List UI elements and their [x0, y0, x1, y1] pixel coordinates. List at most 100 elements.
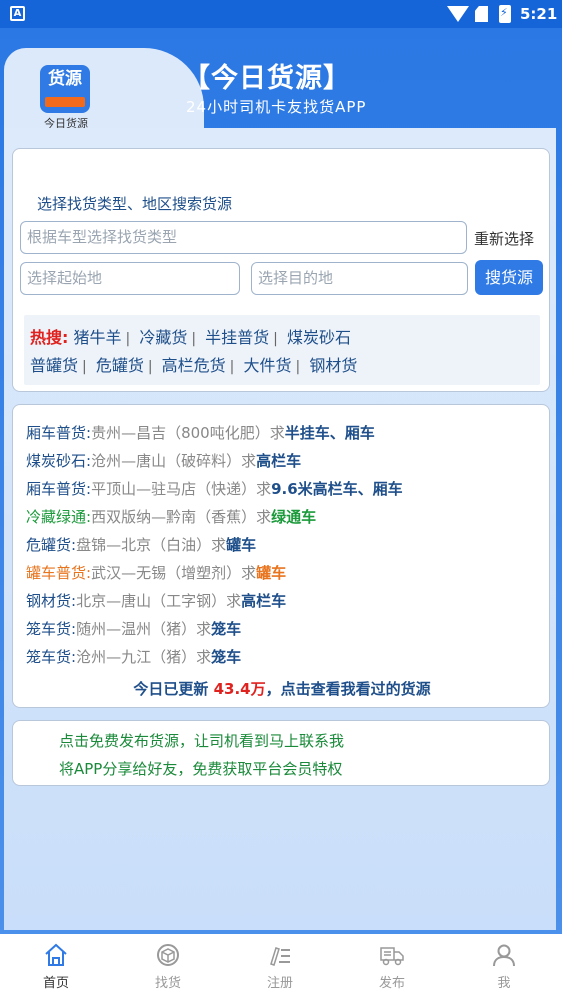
app-logo: 货源 [40, 65, 90, 113]
nav-label: 首页 [42, 976, 69, 991]
update-count: 43.4万 [213, 680, 266, 698]
cargo-category: 危罐货: [26, 536, 77, 554]
search-hint: 选择找货类型、地区搜索货源 [37, 195, 233, 213]
box-icon [157, 944, 179, 966]
divider: | [125, 331, 131, 347]
cargo-category: 厢车普货: [26, 424, 92, 442]
nav-publish[interactable]: 发布 [336, 934, 448, 1000]
hot-item-coal-sand[interactable]: 煤炭砂石 [287, 328, 351, 347]
app-title: 【今日货源】 [183, 63, 351, 94]
list-item[interactable]: 煤炭砂石:沧州—唐山（破碎料）求高栏车 [26, 450, 301, 471]
logo-text: 货源 [48, 69, 82, 89]
list-item[interactable]: 冷藏绿通:西双版纳—黔南（香蕉）求绿通车 [26, 506, 316, 527]
cargo-category: 罐车普货: [26, 564, 92, 582]
hot-item-hazard-tank[interactable]: 危罐货 [96, 356, 144, 375]
update-count-link[interactable]: 今日已更新 43.4万，点击查看我看过的货源 [13, 678, 551, 699]
cargo-category: 厢车普货: [26, 480, 92, 498]
divider: | [147, 359, 153, 375]
cargo-request: 求 [256, 508, 272, 526]
cargo-route: 平顶山—驻马店（快递） [91, 480, 257, 498]
cargo-route: 沧州—唐山（破碎料） [91, 452, 242, 470]
update-suffix: ，点击查看我看过的货源 [265, 680, 431, 698]
register-icon [270, 947, 290, 966]
nav-label: 注册 [266, 976, 293, 991]
cargo-request: 求 [196, 648, 212, 666]
divider: | [229, 359, 235, 375]
cargo-vehicle: 半挂车、厢车 [284, 424, 375, 442]
list-item[interactable]: 危罐货:盘锦—北京（白油）求罐车 [26, 534, 256, 555]
bottom-nav: 首页 找货 注册 发布 我 [0, 934, 562, 1000]
nav-find-cargo[interactable]: 找货 [112, 934, 224, 1000]
cargo-request: 求 [256, 480, 272, 498]
no-sim-icon [475, 6, 488, 22]
cargo-request: 求 [196, 620, 212, 638]
cargo-category: 笼车货: [26, 648, 77, 666]
cargo-vehicle: 笼车 [211, 620, 242, 638]
list-item[interactable]: 厢车普货:平顶山—驻马店（快递）求9.6米高栏车、厢车 [26, 478, 403, 499]
cargo-route: 北京—唐山（工字钢） [76, 592, 227, 610]
vehicle-type-select[interactable]: 根据车型选择找货类型 [20, 221, 467, 254]
divider: | [295, 359, 301, 375]
list-item[interactable]: 笼车货:随州—温州（猪）求笼车 [26, 618, 241, 639]
divider: | [82, 359, 87, 375]
cargo-route: 盘锦—北京（白油） [76, 536, 212, 554]
hot-search-row-1: 热搜: 猪牛羊 | 冷藏货 | 半挂普货 | 煤炭砂石 [30, 324, 351, 348]
destination-select[interactable]: 选择目的地 [251, 262, 468, 295]
search-cargo-button[interactable]: 搜货源 [475, 260, 543, 295]
cargo-route: 贵州—昌吉（800吨化肥） [91, 424, 270, 442]
publish-cargo-link[interactable]: 点击免费发布货源，让司机看到马上联系我 [59, 730, 344, 751]
hot-item-steel[interactable]: 钢材货 [309, 356, 357, 375]
nav-label: 找货 [154, 976, 181, 991]
cargo-vehicle: 9.6米高栏车、厢车 [271, 480, 403, 498]
battery-charging-icon [499, 5, 511, 23]
cargo-request: 求 [211, 536, 227, 554]
cargo-route: 随州—温州（猪） [76, 620, 197, 638]
origin-select[interactable]: 选择起始地 [20, 262, 240, 295]
truck-icon [380, 947, 404, 966]
cargo-request: 求 [241, 564, 257, 582]
cargo-category: 冷藏绿通: [26, 508, 92, 526]
reset-button[interactable]: 重新选择 [474, 228, 534, 249]
hot-item-tank[interactable]: 普罐货 [30, 356, 78, 375]
cargo-route: 沧州—九江（猪） [76, 648, 197, 666]
cargo-list-card: 厢车普货:贵州—昌吉（800吨化肥）求半挂车、厢车 煤炭砂石:沧州—唐山（破碎料… [12, 404, 550, 708]
cargo-route: 武汉—无锡（增塑剂） [91, 564, 242, 582]
app-subtitle: 24小时司机卡友找货APP [186, 98, 367, 116]
search-card: 选择找货类型、地区搜索货源 根据车型选择找货类型 重新选择 选择起始地 选择目的… [12, 148, 550, 392]
update-prefix: 今日已更新 [133, 680, 214, 698]
hot-search-label: 热搜: [30, 328, 69, 347]
cargo-route: 西双版纳—黔南（香蕉） [91, 508, 257, 526]
list-item[interactable]: 罐车普货:武汉—无锡（增塑剂）求罐车 [26, 562, 286, 583]
cargo-request: 求 [241, 452, 257, 470]
list-item[interactable]: 笼车货:沧州—九江（猪）求笼车 [26, 646, 241, 667]
nav-register[interactable]: 注册 [224, 934, 336, 1000]
divider: | [191, 331, 197, 347]
hot-item-highrail-hazard[interactable]: 高栏危货 [162, 356, 226, 375]
nav-me[interactable]: 我 [448, 934, 560, 1000]
nav-home[interactable]: 首页 [0, 934, 112, 1000]
cargo-vehicle: 笼车 [211, 648, 242, 666]
hot-item-livestock[interactable]: 猪牛羊 [74, 328, 122, 347]
promo-card[interactable]: 点击免费发布货源，让司机看到马上联系我 将APP分享给好友，免费获取平台会员特权 [12, 720, 550, 786]
status-time: 5:21 [520, 5, 558, 23]
cargo-vehicle: 罐车 [226, 536, 257, 554]
list-item[interactable]: 钢材货:北京—唐山（工字钢）求高栏车 [26, 590, 286, 611]
nav-label: 发布 [378, 976, 405, 991]
hot-item-oversize[interactable]: 大件货 [243, 356, 291, 375]
cargo-vehicle: 高栏车 [256, 452, 302, 470]
hot-search-row-2: 普罐货 | 危罐货 | 高栏危货 | 大件货 | 钢材货 [30, 352, 357, 376]
cargo-vehicle: 绿通车 [271, 508, 317, 526]
nav-label: 我 [497, 976, 511, 991]
hot-item-semitrailer[interactable]: 半挂普货 [205, 328, 269, 347]
hot-item-refrigerated[interactable]: 冷藏货 [139, 328, 187, 347]
wifi-icon [447, 6, 469, 22]
cargo-category: 煤炭砂石: [26, 452, 92, 470]
cargo-category: 钢材货: [26, 592, 77, 610]
list-item[interactable]: 厢车普货:贵州—昌吉（800吨化肥）求半挂车、厢车 [26, 422, 375, 443]
hot-search-box: 热搜: 猪牛羊 | 冷藏货 | 半挂普货 | 煤炭砂石 普罐货 | 危罐货 | 高栏危货 |… [24, 315, 540, 385]
app-notification-icon: A [10, 6, 25, 21]
cargo-vehicle: 罐车 [256, 564, 287, 582]
home-icon [45, 943, 67, 966]
share-app-link[interactable]: 将APP分享给好友，免费获取平台会员特权 [59, 758, 342, 779]
cargo-request: 求 [269, 424, 285, 442]
